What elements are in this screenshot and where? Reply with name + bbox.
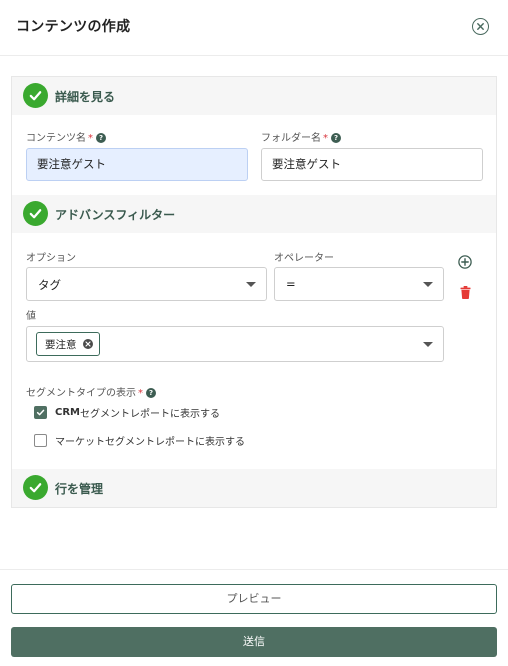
value-multiselect[interactable]: 要注意 bbox=[26, 326, 444, 362]
option-label: オプション bbox=[26, 253, 76, 264]
section-filter-header[interactable]: アドバンスフィルター bbox=[12, 195, 496, 233]
operator-select[interactable]: = bbox=[274, 267, 444, 301]
content-name-label: コンテンツ名 *? bbox=[26, 129, 106, 144]
help-icon[interactable]: ? bbox=[146, 388, 156, 398]
check-circle-icon bbox=[23, 475, 48, 500]
content-name-input[interactable]: 要注意ゲスト bbox=[26, 148, 248, 181]
tag-chip: 要注意 bbox=[36, 332, 100, 356]
value-label: 値 bbox=[26, 311, 36, 322]
checkbox-unchecked[interactable] bbox=[34, 433, 47, 447]
section-filter-title: アドバンスフィルター bbox=[55, 208, 176, 222]
operator-label: オペレーター bbox=[274, 253, 334, 264]
submit-button[interactable]: 送信 bbox=[11, 627, 497, 657]
section-rows-title: 行を管理 bbox=[55, 482, 104, 496]
form-panel: 詳細を見る コンテンツ名 *? 要注意ゲスト フォルダー名 *? 要注意ゲスト アド… bbox=[11, 76, 497, 508]
add-filter-icon[interactable] bbox=[458, 254, 472, 269]
preview-button[interactable]: プレビュー bbox=[11, 584, 497, 614]
remove-tag-icon[interactable] bbox=[82, 339, 93, 349]
section-details-title: 詳細を見る bbox=[55, 90, 116, 104]
help-icon[interactable]: ? bbox=[331, 133, 341, 143]
trash-icon[interactable] bbox=[460, 284, 471, 299]
dialog-header: コンテンツの作成 bbox=[0, 0, 508, 56]
crm-segment-option[interactable]: CRM セグメントレポートに表示する bbox=[34, 404, 220, 420]
check-circle-icon bbox=[23, 83, 48, 108]
folder-name-input[interactable]: 要注意ゲスト bbox=[261, 148, 483, 181]
chevron-down-icon bbox=[423, 282, 433, 287]
segment-type-label: セグメントタイプの表示 *? bbox=[26, 384, 156, 399]
chevron-down-icon bbox=[423, 342, 433, 347]
footer-divider bbox=[0, 569, 508, 570]
dialog-title: コンテンツの作成 bbox=[16, 19, 131, 35]
market-segment-option[interactable]: マーケットセグメントレポートに表示する bbox=[34, 432, 245, 448]
folder-name-label: フォルダー名 *? bbox=[261, 129, 341, 144]
chevron-down-icon bbox=[246, 282, 256, 287]
section-details-header[interactable]: 詳細を見る bbox=[12, 77, 496, 115]
check-circle-icon bbox=[23, 201, 48, 226]
help-icon[interactable]: ? bbox=[96, 133, 106, 143]
section-rows-header[interactable]: 行を管理 bbox=[12, 469, 496, 507]
close-icon[interactable] bbox=[472, 18, 489, 35]
checkbox-checked[interactable] bbox=[34, 405, 47, 419]
option-select[interactable]: タグ bbox=[26, 267, 267, 301]
